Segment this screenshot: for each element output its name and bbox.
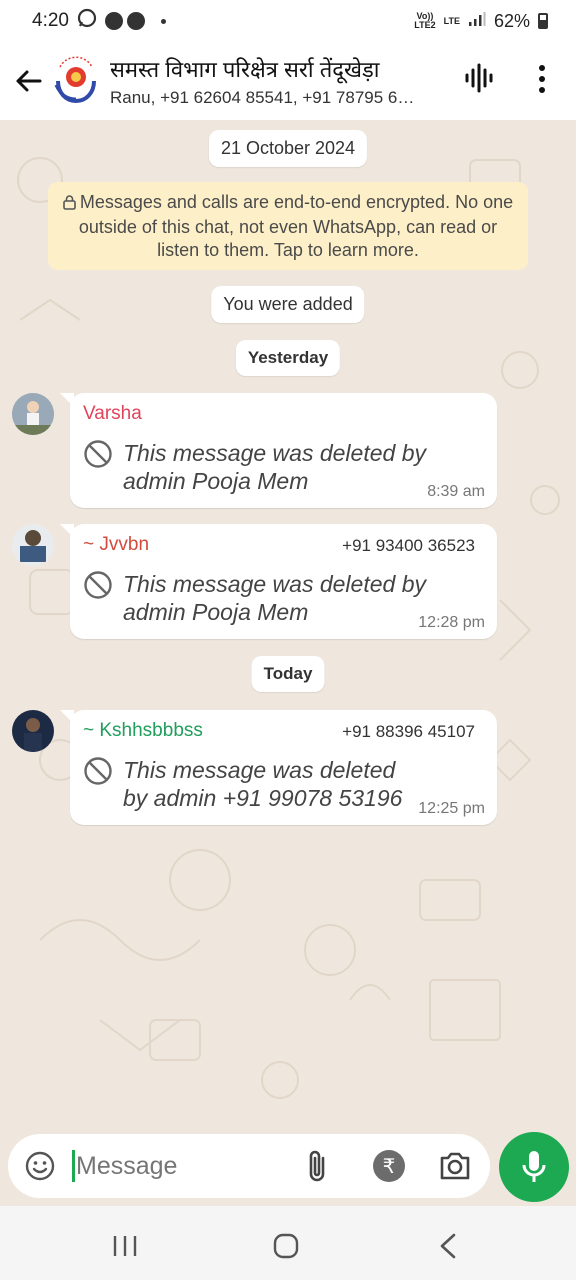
lock-icon <box>63 193 76 216</box>
mic-button[interactable] <box>499 1132 569 1202</box>
sender-name[interactable]: ~ Kshhsbbbss <box>83 720 203 742</box>
encryption-notice[interactable]: Messages and calls are end-to-end encryp… <box>48 182 528 270</box>
blocked-icon <box>84 757 112 785</box>
day-chip-today: Today <box>251 656 325 692</box>
avatar[interactable] <box>12 710 54 752</box>
message-bubble[interactable]: ~ Jvvbn +91 93400 36523 This message was… <box>60 524 497 639</box>
svg-text:₹: ₹ <box>383 1154 396 1178</box>
chat-header: समस्त विभाग परिक्षेत्र सर्रा तेंदूखेड़ा … <box>0 42 576 120</box>
attach-icon[interactable] <box>304 1148 330 1189</box>
sender-phone[interactable]: +91 88396 45107 <box>342 722 475 742</box>
volte-indicator: Vo)) LTE2 <box>414 11 436 30</box>
message-time: 12:28 pm <box>418 614 485 631</box>
system-message: You were added <box>211 286 365 323</box>
lte-indicator: LTE <box>443 15 460 26</box>
day-chip-yesterday: Yesterday <box>235 340 341 376</box>
group-members[interactable]: Ranu, +91 62604 85541, +91 78795 6… <box>110 88 440 108</box>
emoji-icon[interactable] <box>24 1150 56 1187</box>
deleted-message-text: This message was deleted by admin +91 99… <box>123 757 403 811</box>
more-notifications-icon <box>160 18 166 24</box>
mic-icon <box>522 1151 546 1182</box>
deleted-message-text: This message was deleted by admin Pooja … <box>123 440 426 494</box>
date-chip: 21 October 2024 <box>208 130 368 167</box>
message-input[interactable] <box>76 1146 286 1186</box>
avatar[interactable] <box>12 524 54 566</box>
more-options-icon[interactable] <box>536 64 548 99</box>
recents-icon[interactable] <box>112 1234 138 1263</box>
rupee-icon[interactable]: ₹ <box>372 1149 406 1188</box>
signal-icon <box>468 11 486 32</box>
blocked-icon <box>84 440 112 468</box>
voice-chat-icon[interactable] <box>464 62 494 99</box>
sender-name[interactable]: Varsha <box>83 403 142 425</box>
message-bubble[interactable]: Varsha This message was deleted by admin… <box>60 393 497 508</box>
message-composer: ₹ <box>8 1134 490 1198</box>
blocked-icon <box>84 571 112 599</box>
battery-icon <box>538 13 548 29</box>
notification-icons <box>104 12 145 30</box>
system-navigation-bar <box>0 1206 576 1280</box>
chat-area[interactable]: 21 October 2024 Messages and calls are e… <box>0 120 576 1132</box>
status-bar: 4:20 Vo)) LTE2 LTE 62% <box>0 0 576 42</box>
avatar[interactable] <box>12 393 54 435</box>
battery-percent: 62% <box>493 10 530 31</box>
clock: 4:20 <box>32 10 69 31</box>
home-icon[interactable] <box>273 1233 299 1264</box>
message-time: 8:39 am <box>427 483 485 500</box>
camera-icon[interactable] <box>438 1150 472 1187</box>
back-arrow-icon[interactable] <box>8 69 48 93</box>
sender-name[interactable]: ~ Jvvbn <box>83 534 149 556</box>
message-time: 12:25 pm <box>418 800 485 817</box>
encryption-text: Messages and calls are end-to-end encryp… <box>78 192 514 260</box>
whatsapp-notification-icon <box>77 8 97 34</box>
back-icon[interactable] <box>438 1233 458 1264</box>
message-bubble[interactable]: ~ Kshhsbbbss +91 88396 45107 This messag… <box>60 710 497 825</box>
group-name[interactable]: समस्त विभाग परिक्षेत्र सर्रा तेंदूखेड़ा <box>110 54 440 84</box>
deleted-message-text: This message was deleted by admin Pooja … <box>123 571 426 625</box>
sender-phone[interactable]: +91 93400 36523 <box>342 536 475 556</box>
group-logo[interactable] <box>48 53 104 109</box>
text-cursor <box>72 1150 75 1182</box>
